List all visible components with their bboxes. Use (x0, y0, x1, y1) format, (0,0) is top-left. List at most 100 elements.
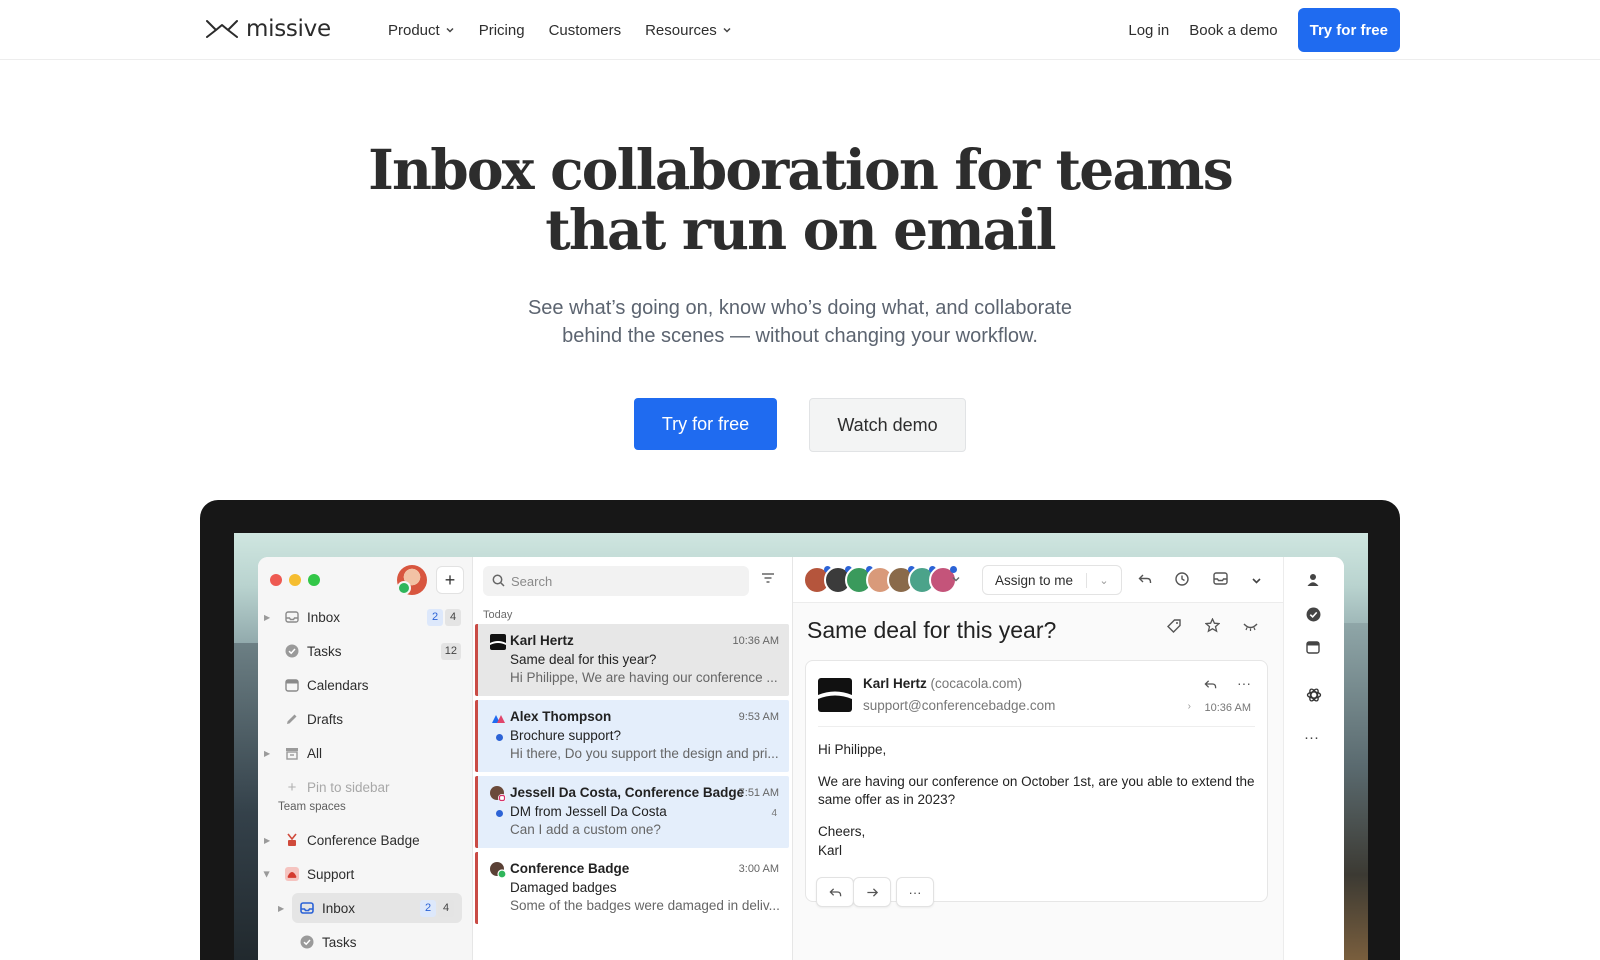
missive-logo-icon (206, 20, 238, 38)
message-signature: Karl (818, 843, 843, 858)
main-nav-links: Product Pricing Customers Resources (388, 0, 732, 60)
sidebar-item-all[interactable]: ▶ All (258, 738, 473, 768)
conversation-preview: Hi there, Do you support the design and … (510, 746, 779, 761)
participant-avatars[interactable] (803, 566, 957, 594)
message-greeting: Hi Philippe, (818, 742, 887, 757)
reply-icon[interactable] (1138, 572, 1152, 589)
inbox-icon (300, 901, 314, 915)
sidebar-item-label: Tasks (307, 643, 342, 659)
sidebar-item-inbox[interactable]: ▶ Inbox 2 4 (258, 602, 473, 632)
label-tag-icon[interactable] (1167, 619, 1181, 636)
missive-logo[interactable]: missive (206, 16, 331, 42)
chevron-down-icon (723, 27, 731, 33)
calendar-icon[interactable] (1306, 641, 1320, 657)
search-input[interactable]: Search (483, 566, 749, 596)
nav-pricing[interactable]: Pricing (479, 22, 525, 39)
window-controls (270, 574, 320, 586)
conversation-preview: Can I add a custom one? (510, 822, 661, 837)
message-paragraph: We are having our conference on October … (818, 774, 1255, 807)
compose-button[interactable]: + (436, 566, 464, 594)
nav-pricing-label: Pricing (478, 21, 525, 39)
book-demo-link[interactable]: Book a demo (1189, 22, 1277, 39)
collapse-caret-icon[interactable]: ▶ (263, 871, 272, 877)
team-support[interactable]: ▶ Support (258, 859, 473, 889)
conversation-row[interactable]: Conference Badge 3:00 AM Damaged badges … (475, 852, 789, 924)
hero-try-free-button[interactable]: Try for free (634, 398, 777, 450)
expand-caret-icon[interactable]: ▶ (264, 749, 270, 758)
team-conference-badge[interactable]: ▶ Conference Badge (258, 825, 473, 855)
sidebar-item-drafts[interactable]: Drafts (258, 704, 473, 734)
conversation-preview: Some of the badges were damaged in deliv… (510, 898, 780, 913)
nav-product[interactable]: Product (388, 22, 455, 39)
support-logo (285, 867, 299, 881)
conversation-time: 10:36 AM (732, 635, 779, 647)
assign-dropdown-chevron-icon[interactable]: ⌄ (1087, 574, 1121, 587)
message-card: Karl Hertz (cocacola.com) support@confer… (805, 660, 1268, 907)
nav-customers[interactable]: Customers (549, 22, 622, 39)
conversation-row[interactable]: Jessell Da Costa, Conference Badge 7:51 … (475, 776, 789, 848)
app-sidebar: + ▶ Inbox 2 4 Tasks 12 Calendars Drafts … (258, 557, 473, 960)
pin-to-sidebar-button[interactable]: + Pin to sidebar (258, 772, 473, 802)
minimize-window-button[interactable] (289, 574, 301, 586)
close-window-button[interactable] (270, 574, 282, 586)
filter-icon[interactable] (761, 572, 775, 587)
nav-try-free-button[interactable]: Try for free (1297, 8, 1400, 52)
search-placeholder: Search (511, 573, 553, 589)
message-more-icon[interactable]: ··· (1237, 675, 1251, 691)
conversation-sender: Conference Badge (510, 861, 630, 876)
nav-actions: Log in Book a demo Try for free (1128, 8, 1400, 52)
conversation-row[interactable]: Karl Hertz 10:36 AM Same deal for this y… (475, 624, 789, 696)
reply-button[interactable] (816, 877, 854, 907)
star-icon[interactable] (1204, 617, 1221, 636)
more-options-chevron-icon[interactable] (1251, 574, 1262, 589)
support-inbox[interactable]: ▶ Inbox 2 4 (278, 893, 462, 923)
whatsapp-avatar-icon (490, 862, 507, 879)
archive-tray-icon[interactable] (1213, 572, 1228, 588)
sidebar-item-tasks[interactable]: Tasks 12 (258, 636, 473, 666)
expand-caret-icon[interactable]: ▶ (264, 836, 270, 845)
assigned-count-badge: 2 (427, 608, 443, 626)
sender-company-logo (818, 678, 852, 712)
conversation-time: 7:51 AM (738, 787, 779, 799)
hero-title-line-1: Inbox collaboration for teams (368, 137, 1234, 202)
zoom-window-button[interactable] (308, 574, 320, 586)
hide-eye-icon[interactable] (1243, 620, 1258, 635)
sidebar-item-label: Inbox (307, 609, 341, 625)
team-label: Conference Badge (307, 832, 420, 848)
pencil-icon (285, 712, 299, 726)
openai-icon[interactable] (1306, 687, 1322, 706)
reply-icon[interactable] (1204, 678, 1217, 694)
conversation-time: 3:00 AM (738, 863, 779, 875)
support-tasks[interactable]: Tasks (273, 927, 488, 957)
check-circle-icon (285, 644, 299, 658)
nav-resources[interactable]: Resources (645, 22, 732, 39)
support-tasks-label: Tasks (322, 934, 357, 950)
conversation-row[interactable]: Alex Thompson 9:53 AM Brochure support? … (475, 700, 789, 772)
watch-demo-button[interactable]: Watch demo (809, 398, 966, 452)
more-icon[interactable]: ··· (1304, 729, 1319, 746)
user-avatar[interactable] (397, 565, 427, 595)
conversation-sender: Jessell Da Costa, Conference Badge (510, 785, 745, 800)
more-actions-button[interactable]: ··· (896, 877, 934, 907)
assign-label: Assign to me (983, 572, 1087, 588)
person-icon[interactable] (1306, 573, 1320, 590)
plus-icon: + (287, 778, 297, 796)
check-circle-icon[interactable] (1306, 607, 1321, 625)
sidebar-item-label: Drafts (307, 711, 344, 727)
assign-to-me-button[interactable]: Assign to me ⌄ (982, 565, 1122, 595)
inbox-icon (285, 610, 299, 624)
login-link[interactable]: Log in (1128, 22, 1169, 39)
chevron-right-icon[interactable]: › (1188, 701, 1191, 712)
forward-button[interactable] (853, 877, 891, 907)
snooze-clock-icon[interactable] (1175, 572, 1189, 589)
unread-counts: 2 4 (427, 608, 461, 626)
expand-caret-icon[interactable]: ▶ (278, 904, 284, 913)
plus-icon: + (444, 569, 456, 590)
chevron-down-icon[interactable] (951, 572, 961, 587)
expand-caret-icon[interactable]: ▶ (264, 613, 270, 622)
conversation-subject: DM from Jessell Da Costa (510, 804, 667, 819)
hero-title-line-2: that run on email (545, 197, 1056, 262)
sidebar-item-calendars[interactable]: Calendars (258, 670, 473, 700)
conversation-subject: Brochure support? (510, 728, 622, 743)
unread-count-badge: 4 (445, 608, 461, 626)
